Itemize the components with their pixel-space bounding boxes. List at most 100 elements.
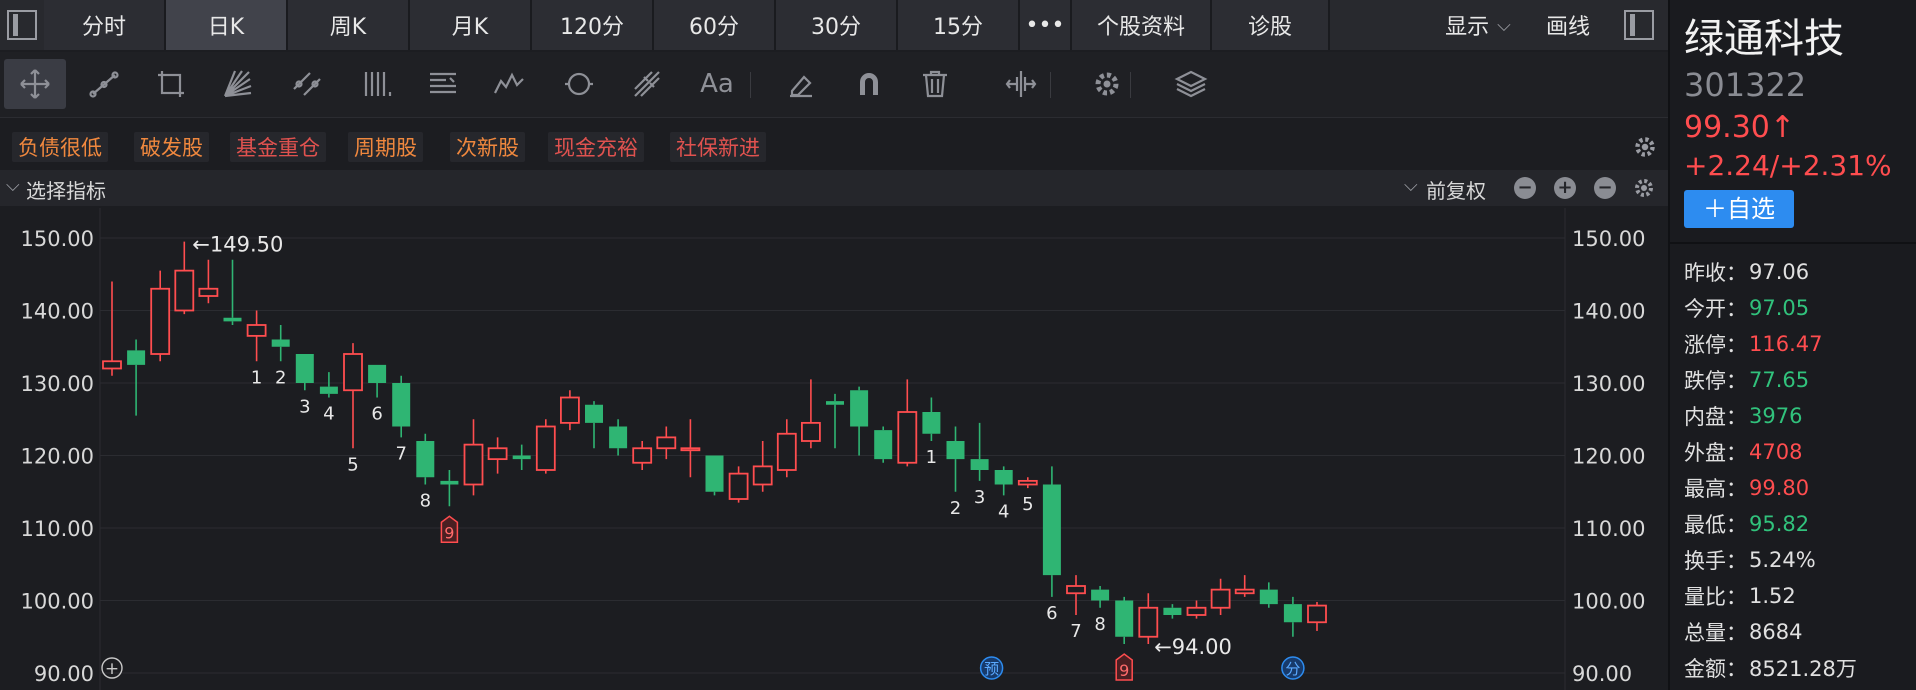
panel-toggle-icon[interactable] xyxy=(1610,0,1668,50)
rectangle-icon[interactable] xyxy=(140,59,202,109)
candle[interactable] xyxy=(1066,585,1086,595)
parallel-channel-icon[interactable] xyxy=(276,59,338,109)
candle[interactable] xyxy=(897,411,918,464)
indicator-settings-icon[interactable] xyxy=(1632,176,1656,200)
candle[interactable] xyxy=(174,269,195,312)
candle[interactable] xyxy=(752,465,773,486)
candle[interactable] xyxy=(826,401,844,405)
vertical-lines-icon[interactable] xyxy=(346,59,408,109)
concept-tag[interactable]: 次新股 xyxy=(450,132,525,162)
candle[interactable] xyxy=(198,287,219,297)
candle[interactable] xyxy=(512,455,531,460)
move-tool-icon[interactable] xyxy=(4,59,66,109)
candle[interactable] xyxy=(1163,607,1182,615)
candle[interactable] xyxy=(656,436,677,450)
plus-circle-icon[interactable]: + xyxy=(1554,177,1576,199)
candle[interactable] xyxy=(1017,479,1038,486)
trash-icon[interactable] xyxy=(904,59,966,109)
kline-chart[interactable]: 150.00 150.00 140.00 140.00 130.00 130.00 120.… xyxy=(0,208,1668,690)
candle[interactable] xyxy=(801,421,821,442)
concept-tag[interactable]: 负债很低 xyxy=(12,132,108,162)
draw-line-button[interactable]: 画线 xyxy=(1526,0,1610,50)
tab-11[interactable]: 诊股 xyxy=(1212,0,1330,50)
concept-tag[interactable]: 现金充裕 xyxy=(548,132,644,162)
display-menu[interactable]: 显示 ⌵ xyxy=(1430,0,1526,50)
candle[interactable] xyxy=(368,364,387,383)
concept-tag[interactable]: 社保新进 xyxy=(670,132,766,162)
candle[interactable] xyxy=(150,287,171,355)
fan-icon[interactable] xyxy=(206,59,268,109)
candle[interactable] xyxy=(416,441,435,478)
candle[interactable] xyxy=(632,447,653,464)
candle[interactable] xyxy=(343,353,363,392)
concept-tag[interactable]: 周期股 xyxy=(348,132,423,162)
candle[interactable] xyxy=(127,350,146,365)
candle[interactable] xyxy=(680,447,701,452)
minus-circle-icon[interactable]: − xyxy=(1594,177,1616,199)
candle[interactable] xyxy=(535,425,556,471)
concept-tag[interactable]: 破发股 xyxy=(134,132,209,162)
candle[interactable] xyxy=(223,317,242,322)
text-icon[interactable]: Aa xyxy=(686,59,748,109)
candle[interactable] xyxy=(922,412,941,434)
add-watchlist-button[interactable]: ＋自选 xyxy=(1684,190,1794,228)
minus-circle-icon[interactable]: − xyxy=(1514,177,1536,199)
select-indicator[interactable]: 选择指标 xyxy=(26,175,106,204)
candle[interactable] xyxy=(246,324,267,337)
candle[interactable] xyxy=(392,383,411,427)
settings-icon[interactable] xyxy=(1076,59,1138,109)
candle[interactable] xyxy=(560,396,580,424)
candle[interactable] xyxy=(1115,600,1134,637)
concept-tag[interactable]: 基金重仓 xyxy=(230,132,326,162)
tab-7[interactable]: 30分 xyxy=(776,0,898,50)
adjust-mode[interactable]: 前复权 xyxy=(1426,175,1486,204)
candle[interactable] xyxy=(1138,606,1159,638)
candle[interactable] xyxy=(850,390,869,427)
line-segment-icon[interactable] xyxy=(74,59,136,109)
chevron-down-icon[interactable]: ⌵ xyxy=(6,175,20,196)
candle[interactable] xyxy=(1283,604,1302,623)
cycle-icon[interactable] xyxy=(548,59,610,109)
candle[interactable] xyxy=(874,430,893,460)
candle[interactable] xyxy=(440,480,459,485)
candle[interactable] xyxy=(1042,484,1061,576)
tab-9[interactable]: ••• xyxy=(1020,0,1072,50)
tags-settings-icon[interactable] xyxy=(1632,134,1658,160)
candle[interactable] xyxy=(585,404,603,423)
tab-3[interactable]: 周K xyxy=(288,0,410,50)
tab-8[interactable]: 15分 xyxy=(898,0,1020,50)
candle[interactable] xyxy=(1234,588,1255,595)
chevron-down-icon[interactable]: ⌵ xyxy=(1404,175,1418,196)
tab-5[interactable]: 120分 xyxy=(532,0,654,50)
candle[interactable] xyxy=(295,354,314,383)
candle[interactable] xyxy=(1307,604,1327,624)
tab-4[interactable]: 月K xyxy=(410,0,532,50)
layers-icon[interactable] xyxy=(1160,59,1222,109)
candle[interactable] xyxy=(609,426,628,449)
scale-icon[interactable] xyxy=(990,59,1052,109)
tab-10[interactable]: 个股资料 xyxy=(1072,0,1212,50)
magnet-icon[interactable] xyxy=(838,59,900,109)
sidebar-toggle-icon[interactable] xyxy=(0,0,44,50)
candle[interactable] xyxy=(994,470,1013,485)
tab-6[interactable]: 60分 xyxy=(654,0,776,50)
candle[interactable] xyxy=(271,339,290,347)
candle[interactable] xyxy=(319,386,338,394)
candle[interactable] xyxy=(1186,606,1207,616)
candle[interactable] xyxy=(1210,588,1231,609)
candle[interactable] xyxy=(776,432,797,471)
candle[interactable] xyxy=(728,472,749,500)
wave-icon[interactable] xyxy=(478,59,540,109)
eraser-icon[interactable] xyxy=(770,59,832,109)
candle[interactable] xyxy=(102,360,122,370)
candle[interactable] xyxy=(970,459,989,470)
candle[interactable] xyxy=(487,447,508,461)
fork-icon[interactable] xyxy=(616,59,678,109)
candle[interactable] xyxy=(1091,589,1110,601)
candle[interactable] xyxy=(463,443,484,486)
candle[interactable] xyxy=(946,441,965,460)
candle[interactable] xyxy=(1259,589,1278,605)
tab-1[interactable]: 分时 xyxy=(44,0,166,50)
candle[interactable] xyxy=(705,455,724,492)
gann-icon[interactable] xyxy=(412,59,474,109)
